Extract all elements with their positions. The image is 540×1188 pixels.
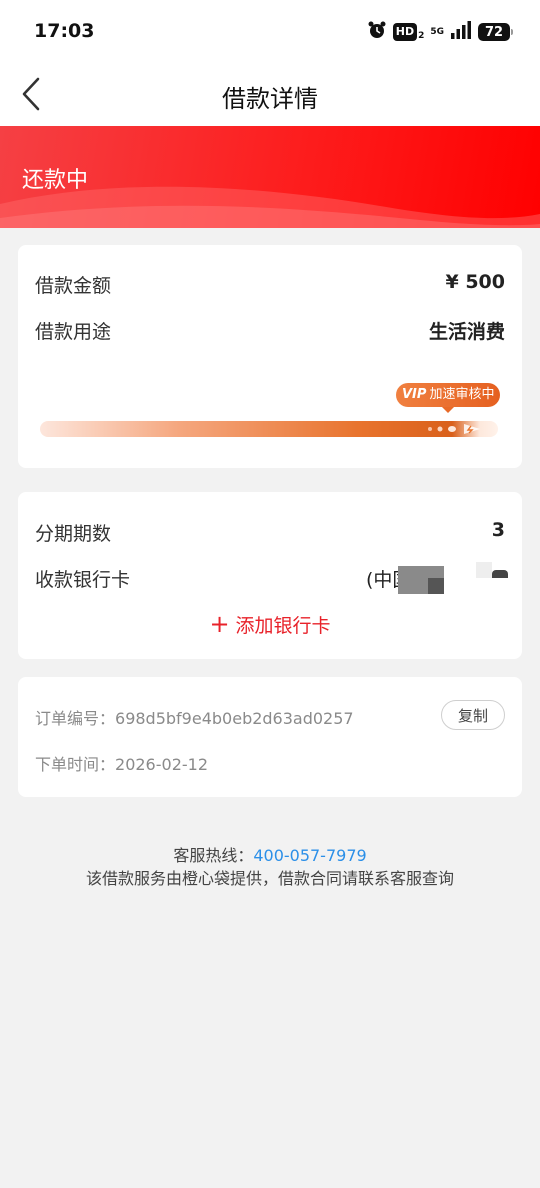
purpose-label: 借款用途	[35, 321, 112, 343]
bank-card-mask	[492, 570, 508, 578]
order-number: 订单编号：698d5bf9e4b0eb2d63ad0257	[35, 705, 354, 729]
nav-bar: 借款详情	[0, 62, 540, 126]
vip-tag: VIP	[402, 387, 427, 402]
loan-status: 还款中	[22, 168, 89, 193]
hd-sub: 2	[418, 31, 425, 41]
hotline-label: 客服热线：	[173, 846, 254, 865]
network-type: 5G	[430, 26, 444, 37]
bank-card-mask	[476, 562, 492, 578]
vip-review-badge: VIP 加速审核中	[396, 383, 501, 413]
alarm-icon	[367, 20, 387, 44]
installment-card: 分期期数 3 收款银行卡 (中国 + 添加银行卡	[18, 492, 522, 659]
rocket-icon	[428, 424, 480, 434]
periods-label: 分期期数	[35, 523, 112, 545]
service-note: 该借款服务由橙心袋提供，借款合同请联系客服查询	[85, 869, 454, 888]
status-icons: HD 2 5G 72	[367, 20, 513, 44]
hotline-line: 客服热线：400-057-7979	[0, 844, 540, 867]
bank-card-label: 收款银行卡	[35, 569, 131, 591]
status-banner: 还款中	[0, 126, 540, 228]
battery-icon: 72	[478, 23, 513, 41]
review-progress-bar	[40, 421, 498, 437]
battery-level: 72	[484, 24, 504, 40]
amount-value: ¥ 500	[445, 271, 506, 293]
copy-button[interactable]: 复制	[441, 700, 505, 730]
page-title: 借款详情	[222, 85, 318, 113]
hotline-number-link[interactable]: 400-057-7979	[253, 846, 366, 865]
network-indicator: 5G	[430, 26, 444, 37]
amount-label: 借款金额	[35, 275, 112, 297]
signal-icon	[450, 20, 472, 44]
order-number-value: 698d5bf9e4b0eb2d63ad0257	[115, 709, 354, 728]
purpose-value: 生活消费	[428, 321, 505, 343]
plus-icon: +	[209, 610, 230, 638]
order-time-value: 2026-02-12	[115, 755, 208, 774]
periods-value: 3	[491, 519, 505, 541]
order-time: 下单时间：2026-02-12	[35, 751, 208, 775]
service-footer: 客服热线：400-057-7979 该借款服务由橙心袋提供，借款合同请联系客服查…	[0, 844, 540, 890]
order-time-label: 下单时间：	[35, 755, 116, 774]
add-bank-card-button[interactable]: + 添加银行卡	[18, 610, 522, 638]
order-number-label: 订单编号：	[35, 709, 116, 728]
status-time: 17:03	[34, 20, 95, 42]
bank-card-mask	[428, 578, 444, 594]
vip-status-text: 加速审核中	[429, 387, 495, 402]
status-bar: 17:03 HD 2 5G 72	[0, 0, 540, 62]
loan-info-card: 借款金额 ¥ 500 借款用途 生活消费 VIP 加速审核中	[18, 245, 522, 468]
hd-badge: HD	[392, 23, 418, 41]
order-info-card: 订单编号：698d5bf9e4b0eb2d63ad0257 复制 下单时间：20…	[18, 677, 522, 797]
add-card-label: 添加银行卡	[235, 615, 331, 637]
hd-label: HD	[395, 25, 415, 38]
